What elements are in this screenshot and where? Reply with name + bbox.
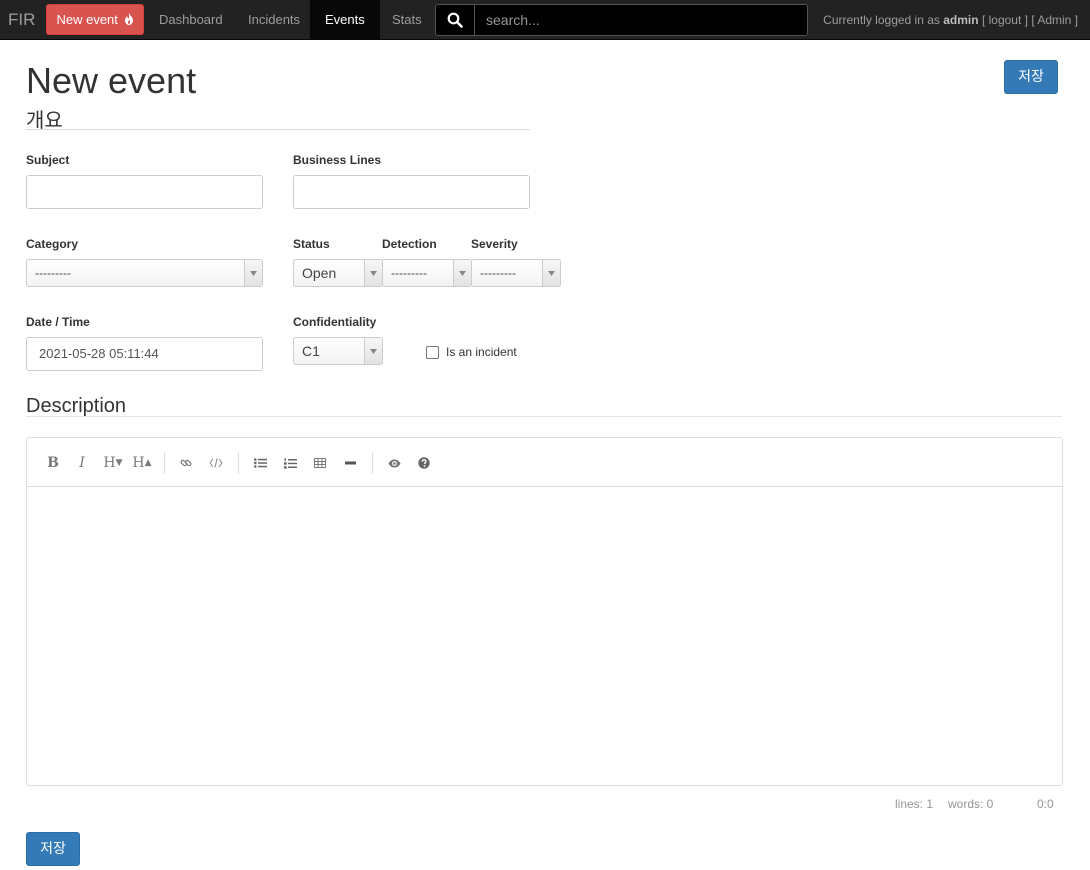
- confidentiality-select[interactable]: C1: [293, 337, 383, 365]
- heading-bigger-icon[interactable]: H ▲: [129, 452, 155, 474]
- editor-text-area[interactable]: [27, 487, 1062, 785]
- logged-in-text: Currently logged in as: [823, 13, 940, 27]
- business-lines-field[interactable]: [293, 175, 530, 209]
- detection-select[interactable]: ---------: [382, 259, 472, 287]
- nav-events[interactable]: Events: [310, 0, 380, 40]
- status-value: Open: [302, 265, 337, 281]
- top-navbar: FIR New event Dashboard Incidents Events…: [0, 0, 1090, 40]
- chevron-down-icon: [244, 260, 262, 286]
- cursor-position: 0:0: [1037, 797, 1054, 811]
- detection-label: Detection: [382, 237, 437, 251]
- editor-toolbar: B I H ▼ H ▲: [27, 438, 1062, 487]
- lines-count: lines: 1: [895, 797, 934, 811]
- logout-link[interactable]: [ logout ]: [982, 13, 1028, 27]
- heading-smaller-icon[interactable]: H ▼: [100, 452, 126, 474]
- link-icon[interactable]: [174, 452, 198, 474]
- preview-icon[interactable]: [382, 452, 406, 474]
- save-button-top[interactable]: 저장: [1004, 60, 1058, 94]
- save-button-bottom[interactable]: 저장: [26, 832, 80, 866]
- category-label: Category: [26, 237, 79, 251]
- severity-value: ---------: [480, 266, 516, 280]
- category-value: ---------: [35, 266, 71, 280]
- nav-dashboard[interactable]: Dashboard: [144, 0, 238, 40]
- search-box: [435, 4, 808, 36]
- detection-value: ---------: [391, 266, 427, 280]
- is-incident-checkbox[interactable]: [426, 346, 439, 359]
- username: admin: [943, 13, 979, 27]
- italic-icon[interactable]: I: [70, 452, 94, 474]
- severity-label: Severity: [471, 237, 518, 251]
- admin-link[interactable]: [ Admin ]: [1031, 13, 1078, 27]
- search-button[interactable]: [436, 5, 475, 35]
- chevron-down-icon: [542, 260, 560, 286]
- subtitle-divider: [26, 129, 530, 130]
- unordered-list-icon[interactable]: [248, 452, 272, 474]
- words-count: words: 0: [948, 797, 994, 811]
- table-icon[interactable]: [308, 452, 332, 474]
- chevron-down-icon: [364, 260, 382, 286]
- severity-select[interactable]: ---------: [471, 259, 561, 287]
- search-icon: [447, 12, 463, 28]
- toolbar-divider: [238, 452, 239, 474]
- subject-field[interactable]: [26, 175, 263, 209]
- is-incident-label[interactable]: Is an incident: [446, 345, 517, 359]
- chevron-down-icon: [453, 260, 471, 286]
- subject-label: Subject: [26, 153, 70, 167]
- status-label: Status: [293, 237, 330, 251]
- status-select[interactable]: Open: [293, 259, 383, 287]
- horizontal-rule-icon[interactable]: [338, 452, 362, 474]
- search-input[interactable]: [476, 5, 807, 35]
- datetime-label: Date / Time: [26, 315, 90, 329]
- business-lines-label: Business Lines: [293, 153, 382, 167]
- brand-logo[interactable]: FIR: [8, 10, 35, 30]
- toolbar-divider: [372, 452, 373, 474]
- chevron-down-icon: [364, 338, 382, 364]
- page-title: New event: [26, 60, 197, 101]
- confidentiality-value: C1: [302, 343, 320, 359]
- user-status: Currently logged in as admin [ logout ] …: [823, 0, 1078, 40]
- ordered-list-icon[interactable]: [278, 452, 302, 474]
- confidentiality-label: Confidentiality: [293, 315, 377, 329]
- new-event-button[interactable]: New event: [46, 4, 144, 35]
- fire-icon: [124, 13, 133, 25]
- description-divider: [26, 416, 1062, 417]
- toolbar-divider: [164, 452, 165, 474]
- category-select[interactable]: ---------: [26, 259, 263, 287]
- nav-stats[interactable]: Stats: [377, 0, 437, 40]
- new-event-label: New event: [56, 12, 118, 27]
- code-icon[interactable]: [204, 452, 228, 474]
- datetime-field[interactable]: 2021-05-28 05:11:44: [26, 337, 263, 371]
- description-heading: Description: [26, 395, 127, 417]
- nav-incidents[interactable]: Incidents: [233, 0, 315, 40]
- help-icon[interactable]: [412, 452, 436, 474]
- markdown-editor: B I H ▼ H ▲: [26, 437, 1063, 786]
- bold-icon[interactable]: B: [41, 452, 65, 474]
